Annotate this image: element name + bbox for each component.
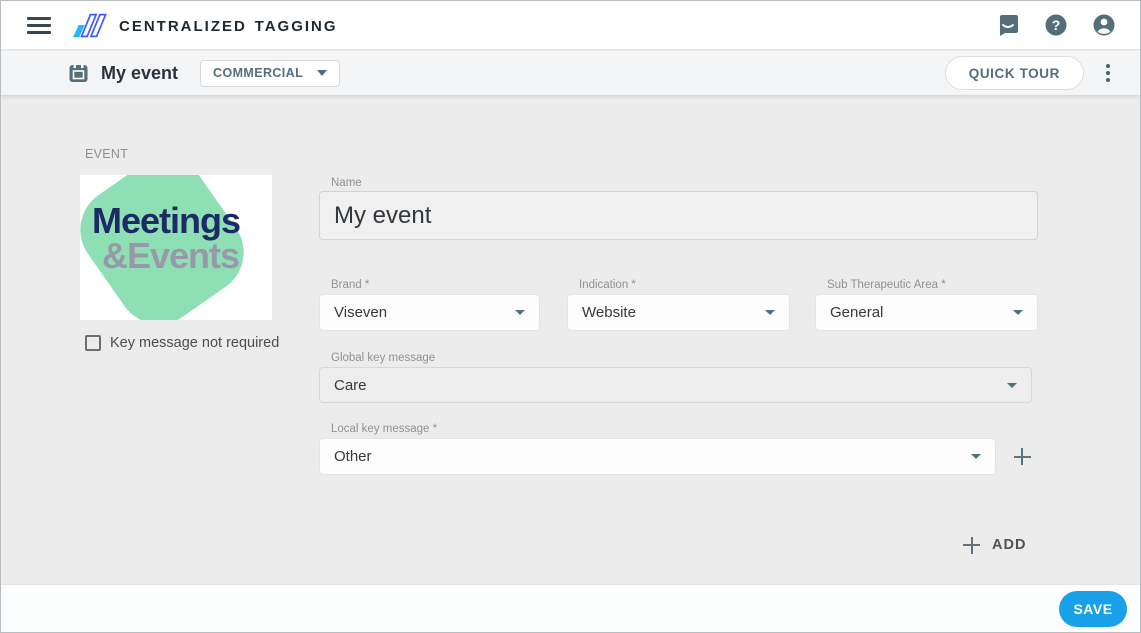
main-content: EVENT Meetings &Events Key message not r… [1,97,1140,584]
add-button-label: ADD [992,537,1026,553]
chevron-down-icon [1013,310,1023,315]
chevron-down-icon [1007,383,1017,388]
global-key-message-label: Global key message [331,352,435,364]
quick-tour-button[interactable]: QUICK TOUR [945,56,1084,90]
chevron-down-icon [317,70,327,76]
hamburger-menu-icon[interactable] [27,17,51,34]
indication-value: Website [582,304,636,321]
sub-therapeutic-area-value: General [830,304,883,321]
thumbnail-text-line2: &Events [102,239,272,273]
event-thumbnail: Meetings &Events [80,175,272,320]
chevron-down-icon [515,310,525,315]
brand-label: Brand * [331,279,369,291]
app-window: Centralized Tagging ? [0,0,1141,633]
event-header-bar: My event COMMERCIAL QUICK TOUR [1,51,1140,96]
local-key-message-value: Other [334,448,372,465]
local-key-message-dropdown[interactable]: Other [319,438,996,475]
thumbnail-text-line1: Meetings [92,203,272,239]
footer-bar: SAVE [1,584,1140,632]
page-title: My event [101,63,178,84]
key-message-checkbox-row: Key message not required [85,335,279,351]
local-key-message-label: Local key message * [331,423,437,435]
key-message-checkbox-label: Key message not required [110,335,279,351]
app-title: Centralized Tagging [119,13,338,37]
classification-dropdown[interactable]: COMMERCIAL [200,60,340,87]
chat-bubble-icon[interactable] [996,13,1020,37]
topbar: Centralized Tagging ? [1,1,1140,50]
sub-therapeutic-area-label: Sub Therapeutic Area * [827,279,946,291]
chevron-down-icon [971,454,981,459]
add-local-key-message-button[interactable] [1009,438,1035,475]
save-button[interactable]: SAVE [1059,591,1127,627]
kebab-menu-icon[interactable] [1096,61,1120,85]
name-label: Name [331,177,362,189]
brand-dropdown[interactable]: Viseven [319,294,540,331]
global-key-message-dropdown[interactable]: Care [319,367,1032,403]
plus-icon [1014,448,1031,465]
name-input[interactable] [319,191,1038,240]
classification-value: COMMERCIAL [213,66,303,80]
event-section-label: EVENT [85,147,128,161]
topbar-actions: ? [996,13,1116,37]
help-icon[interactable]: ? [1044,13,1068,37]
plus-icon [963,537,980,554]
svg-text:?: ? [1052,17,1061,33]
sub-therapeutic-area-dropdown[interactable]: General [815,294,1038,331]
account-icon[interactable] [1092,13,1116,37]
brand-value: Viseven [334,304,387,321]
add-button[interactable]: ADD [963,531,1026,559]
viseven-logo-icon [73,12,107,39]
chevron-down-icon [765,310,775,315]
indication-label: Indication * [579,279,636,291]
indication-dropdown[interactable]: Website [567,294,790,331]
global-key-message-value: Care [334,377,367,394]
key-message-checkbox[interactable] [85,335,101,351]
event-icon [69,64,88,83]
